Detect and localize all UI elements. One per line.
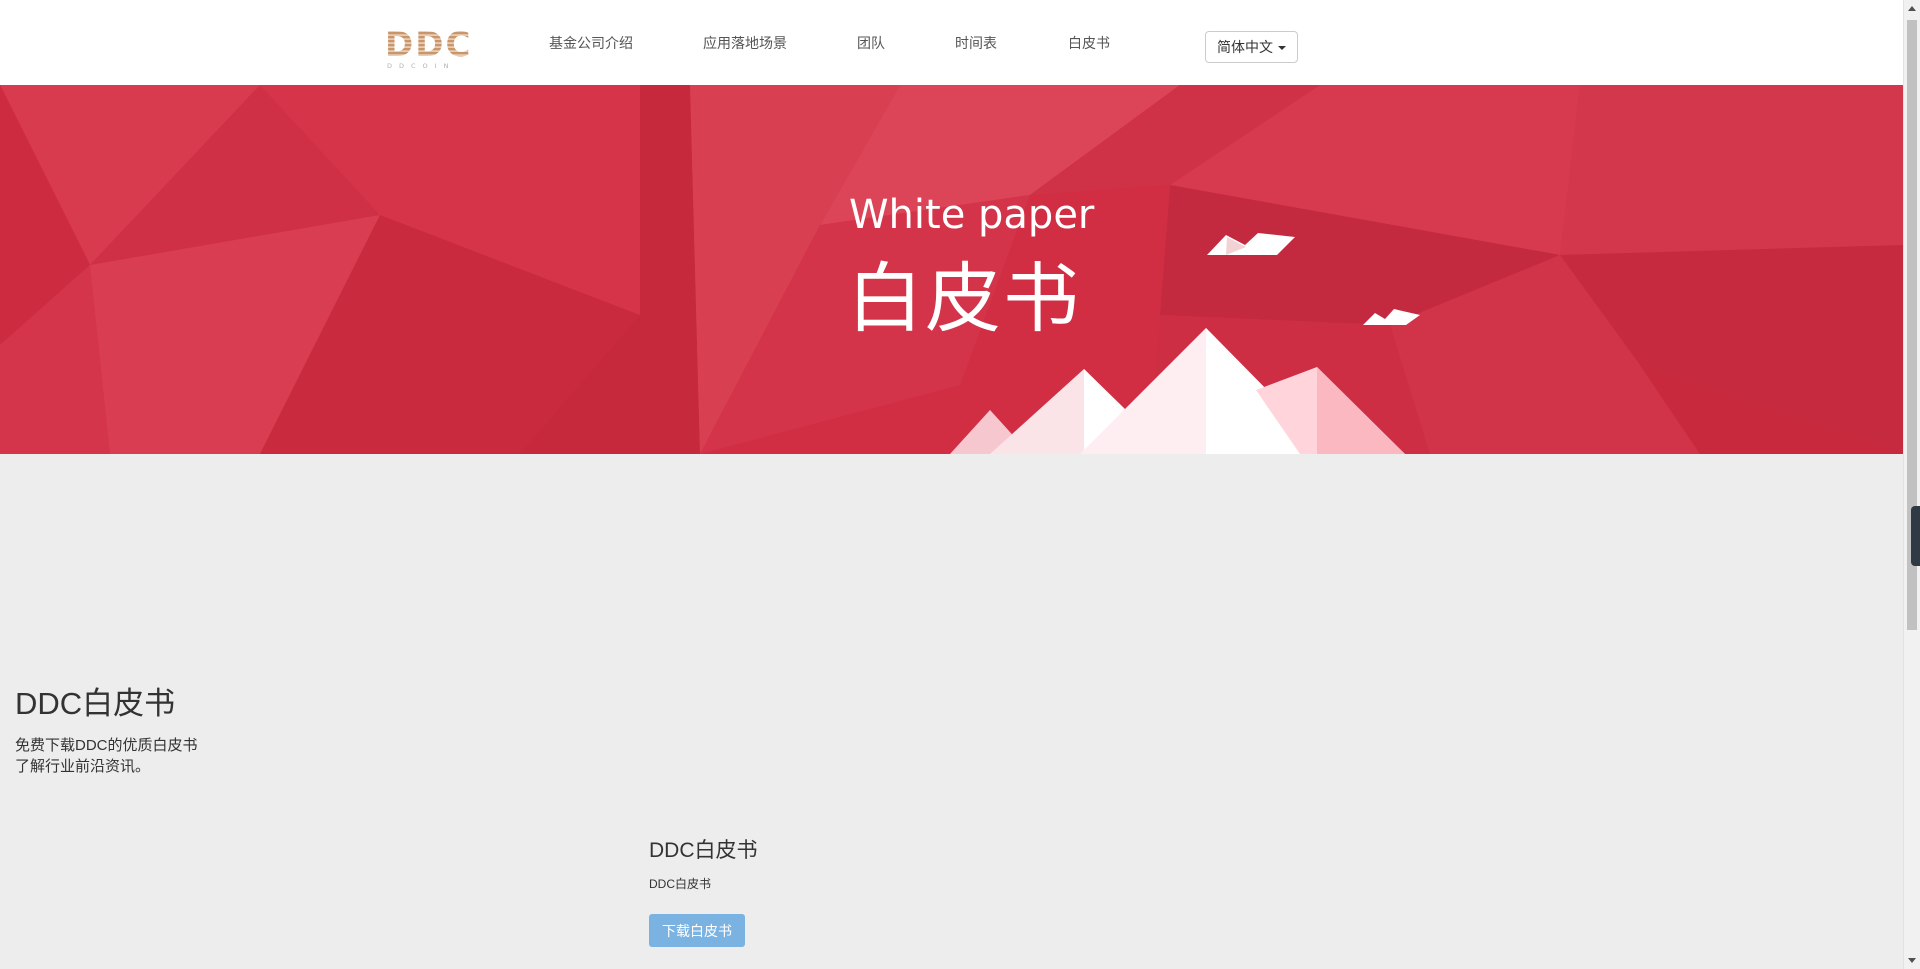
chevron-down-icon <box>1278 46 1286 50</box>
nav-item-timeline[interactable]: 时间表 <box>955 33 1068 53</box>
nav-item-whitepaper[interactable]: 白皮书 <box>1068 33 1128 53</box>
section-desc-line1: 免费下载DDC的优质白皮书 <box>15 737 198 754</box>
page-scrollbar[interactable] <box>1903 0 1920 969</box>
logo-text: DDC <box>385 25 472 65</box>
language-label: 简体中文 <box>1217 39 1273 55</box>
hero-banner: White paper 白皮书 <box>0 85 1904 454</box>
main-nav: 基金公司介绍 应用落地场景 团队 时间表 白皮书 <box>549 0 1128 85</box>
banner-title-cn: 白皮书 <box>847 254 1081 343</box>
whitepaper-card-title: DDC白皮书 <box>649 839 758 862</box>
side-float-tab[interactable] <box>1911 506 1920 566</box>
logo-subtext: DDCOIN <box>387 62 455 70</box>
section-desc-line2: 了解行业前沿资讯。 <box>15 758 151 775</box>
top-navbar: DDC DDCOIN 基金公司介绍 应用落地场景 团队 时间表 白皮书 简体中文 <box>0 0 1904 86</box>
nav-item-team[interactable]: 团队 <box>857 33 955 53</box>
scroll-up-arrow-icon[interactable] <box>1908 6 1916 11</box>
whitepaper-card-subtitle: DDC白皮书 <box>649 877 711 891</box>
section-title: DDC白皮书 <box>15 686 176 721</box>
nav-item-use-cases[interactable]: 应用落地场景 <box>703 33 857 53</box>
banner-title-en: White paper <box>849 192 1095 238</box>
scroll-down-arrow-icon[interactable] <box>1908 958 1916 963</box>
ddc-logo-icon: DDC DDCOIN <box>385 25 472 70</box>
ddc-logo[interactable]: DDC DDCOIN <box>385 24 475 72</box>
nav-item-foundation-intro[interactable]: 基金公司介绍 <box>549 33 703 53</box>
page: DDC DDCOIN 基金公司介绍 应用落地场景 团队 时间表 白皮书 简体中文 <box>0 0 1920 969</box>
download-whitepaper-button[interactable]: 下载白皮书 <box>649 914 745 947</box>
section-description: 免费下载DDC的优质白皮书 了解行业前沿资讯。 <box>15 735 198 777</box>
language-dropdown[interactable]: 简体中文 <box>1205 31 1298 63</box>
